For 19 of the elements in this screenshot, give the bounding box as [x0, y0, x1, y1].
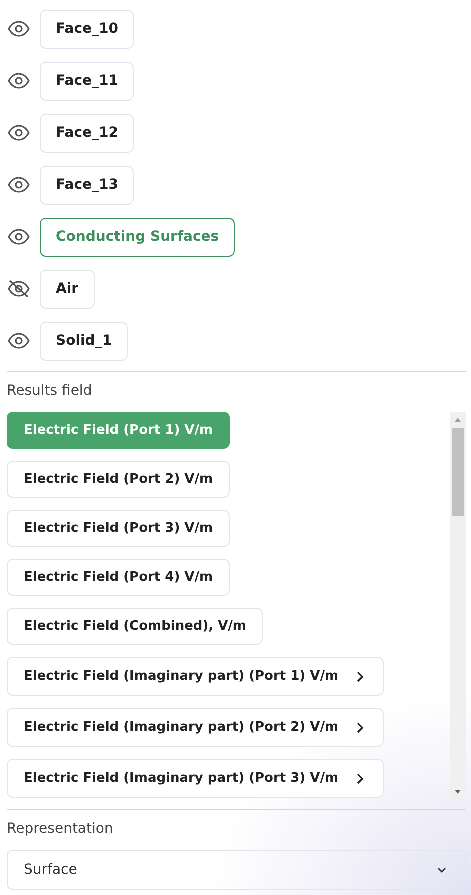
section-label: Representation [7, 820, 114, 839]
layer-button[interactable]: Face_11 [40, 62, 134, 100]
scrollbar[interactable] [450, 412, 466, 800]
scroll-thumb[interactable] [452, 428, 464, 516]
result-field-button[interactable]: Electric Field (Imaginary part) (Port 3) V/m [7, 759, 384, 798]
result-field-button[interactable]: Electric Field (Imaginary part) (Port 1) V/m [7, 657, 384, 696]
layer-button[interactable]: Face_13 [40, 166, 134, 204]
result-field-button[interactable]: Electric Field (Port 3) V/m [7, 510, 230, 547]
layer-button[interactable]: Face_10 [40, 10, 134, 48]
representation-select[interactable]: Surface [7, 850, 466, 890]
section-label: Results field [7, 382, 94, 401]
layer-button[interactable]: Conducting Surfaces [40, 218, 236, 256]
result-field-button[interactable]: Electric Field (Port 4) V/m [7, 559, 230, 596]
result-field-button[interactable]: Electric Field (Combined), V/m [7, 608, 264, 645]
layer-button[interactable]: Air [40, 270, 95, 308]
result-field-button[interactable]: Electric Field (Imaginary part) (Port 2) V/m [7, 708, 384, 747]
layer-button[interactable]: Face_12 [40, 114, 134, 152]
layer-button[interactable]: Solid_1 [40, 322, 128, 360]
result-field-button[interactable]: Electric Field (Port 2) V/m [7, 461, 230, 498]
